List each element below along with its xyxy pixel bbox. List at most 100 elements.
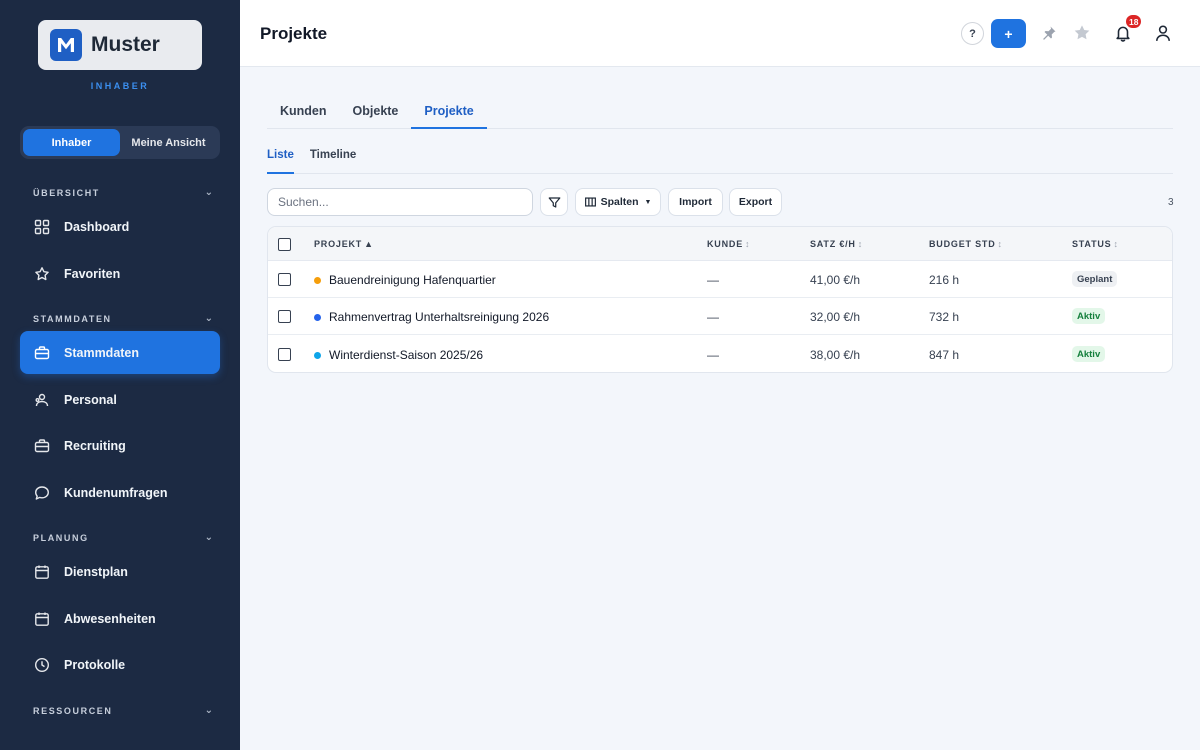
column-header-status[interactable]: STATUS ↕ <box>1072 239 1118 249</box>
column-header-label: KUNDE <box>707 239 744 249</box>
briefcase-icon <box>34 345 50 359</box>
role-label: INHABER <box>90 81 150 91</box>
budget-cell: 847 h <box>929 348 960 362</box>
sidebar-item-label: Dashboard <box>64 219 130 234</box>
sort-icon: ↕ <box>1113 239 1118 249</box>
user-menu-button[interactable] <box>1153 23 1173 43</box>
sidebar-item-label: Kundenumfragen <box>64 485 168 500</box>
table-row[interactable]: Rahmenvertrag Unterhaltsreinigung 2026 —… <box>268 298 1172 335</box>
grid-icon <box>34 219 50 234</box>
filter-button[interactable] <box>540 188 568 216</box>
export-button[interactable]: Export <box>729 188 782 216</box>
people-icon <box>35 393 49 406</box>
client-cell: — <box>707 310 719 324</box>
star-icon <box>1074 25 1090 40</box>
sidebar-item-label: Personal <box>64 392 117 407</box>
clock-icon <box>34 657 50 672</box>
chat-icon <box>35 485 49 500</box>
section-resources-header[interactable]: RESSOURCEN ⌄ <box>33 705 213 716</box>
status-badge: Geplant <box>1072 271 1118 287</box>
column-header-budget[interactable]: BUDGET STD ↕ <box>929 239 1002 249</box>
sort-icon: ↕ <box>857 239 863 249</box>
sidebar-item-dashboard[interactable]: Dashboard <box>20 205 220 248</box>
column-header-rate[interactable]: SATZ €/H ↕ <box>810 239 862 249</box>
row-checkbox[interactable] <box>278 273 291 286</box>
top-bar: Projekte ? + 18 <box>240 0 1200 67</box>
chevron-down-icon: ⌄ <box>204 313 213 324</box>
sidebar-item-surveys[interactable]: Kundenumfragen <box>20 471 220 514</box>
logo-mark-icon <box>50 29 82 61</box>
status-badge: Aktiv <box>1072 346 1106 362</box>
row-checkbox[interactable] <box>278 348 291 361</box>
tab-projekte[interactable]: Projekte <box>411 100 487 129</box>
caret-down-icon: ▼ <box>644 198 652 206</box>
tab-objekte[interactable]: Objekte <box>340 100 412 129</box>
rate-cell: 38,00 €/h <box>810 348 861 362</box>
column-header-label: SATZ €/H <box>810 239 856 249</box>
columns-button[interactable]: Spalten ▼ <box>575 188 661 216</box>
project-color-dot <box>314 313 321 321</box>
favorite-button[interactable] <box>1072 23 1092 43</box>
sidebar-item-recruiting[interactable]: Recruiting <box>20 424 220 467</box>
section-title: PLANUNG <box>33 532 89 543</box>
help-button[interactable]: ? <box>961 22 984 45</box>
section-title: STAMMDATEN <box>33 313 112 324</box>
project-color-dot <box>314 351 321 359</box>
project-name: Bauendreinigung Hafenquartier <box>329 273 496 287</box>
row-checkbox[interactable] <box>278 310 291 323</box>
main-content: Kunden Objekte Projekte Liste Timeline S… <box>240 67 1200 750</box>
tab-timeline[interactable]: Timeline <box>310 149 356 174</box>
projects-table: PROJEKT ▲ KUNDE ↕ SATZ €/H ↕ BUDGET STD ↕ ST… <box>267 226 1173 373</box>
sidebar-item-absences[interactable]: Abwesenheiten <box>20 597 220 640</box>
pin-button[interactable] <box>1039 23 1059 43</box>
sidebar-item-label: Stammdaten <box>64 345 140 360</box>
sort-icon: ↕ <box>745 239 750 249</box>
user-icon <box>1156 25 1170 41</box>
sidebar-item-label: Dienstplan <box>64 564 128 579</box>
column-header-client[interactable]: KUNDE ↕ <box>707 239 750 249</box>
section-masterdata-header[interactable]: STAMMDATEN ⌄ <box>33 313 213 324</box>
columns-label: Spalten <box>600 196 639 208</box>
table-row[interactable]: Bauendreinigung Hafenquartier — 41,00 €/… <box>268 261 1172 298</box>
project-color-dot <box>314 276 321 284</box>
budget-cell: 732 h <box>929 310 960 324</box>
sidebar-item-protocols[interactable]: Protokolle <box>20 643 220 686</box>
search-input[interactable] <box>267 188 533 216</box>
section-planning-header[interactable]: PLANUNG ⌄ <box>33 532 213 543</box>
select-all-checkbox[interactable] <box>278 238 291 251</box>
section-overview-header[interactable]: ÜBERSICHT ⌄ <box>33 187 213 198</box>
rate-cell: 41,00 €/h <box>810 273 861 287</box>
briefcase-icon <box>34 438 50 452</box>
brand-name: Muster <box>91 33 160 56</box>
sidebar-item-favorites[interactable]: Favoriten <box>20 252 220 295</box>
project-name-cell[interactable]: Bauendreinigung Hafenquartier <box>314 273 496 287</box>
table-header: PROJEKT ▲ KUNDE ↕ SATZ €/H ↕ BUDGET STD ↕ ST… <box>268 227 1172 261</box>
column-header-label: STATUS <box>1072 239 1112 249</box>
toggle-owner-view[interactable]: Inhaber <box>23 129 120 156</box>
project-name-cell[interactable]: Winterdienst-Saison 2025/26 <box>314 348 483 362</box>
import-button[interactable]: Import <box>668 188 723 216</box>
tab-kunden[interactable]: Kunden <box>267 100 340 129</box>
section-title: ÜBERSICHT <box>33 187 100 198</box>
pin-icon <box>1043 26 1056 40</box>
calendar-icon <box>35 565 49 579</box>
chevron-down-icon: ⌄ <box>204 187 213 198</box>
brand-logo[interactable]: Muster <box>38 20 202 70</box>
tab-liste[interactable]: Liste <box>267 149 294 174</box>
status-badge: Aktiv <box>1072 308 1106 324</box>
toggle-my-view[interactable]: Meine Ansicht <box>120 129 217 156</box>
sidebar-item-stammdaten[interactable]: Stammdaten <box>20 331 220 374</box>
sidebar-item-label: Favoriten <box>64 266 121 281</box>
project-name-cell[interactable]: Rahmenvertrag Unterhaltsreinigung 2026 <box>314 310 549 324</box>
column-header-project[interactable]: PROJEKT ▲ <box>314 239 373 249</box>
sort-icon: ↕ <box>997 239 1003 249</box>
calendar-icon <box>35 612 49 626</box>
rate-cell: 32,00 €/h <box>810 310 861 324</box>
sidebar-item-dienstplan[interactable]: Dienstplan <box>20 550 220 593</box>
entity-tabs: Kunden Objekte Projekte <box>267 100 1173 129</box>
table-row[interactable]: Winterdienst-Saison 2025/26 — 38,00 €/h … <box>268 336 1172 372</box>
sidebar-item-label: Recruiting <box>64 438 126 453</box>
add-button[interactable]: + <box>991 19 1026 48</box>
page-title: Projekte <box>260 24 328 43</box>
sidebar-item-personal[interactable]: Personal <box>20 378 220 421</box>
